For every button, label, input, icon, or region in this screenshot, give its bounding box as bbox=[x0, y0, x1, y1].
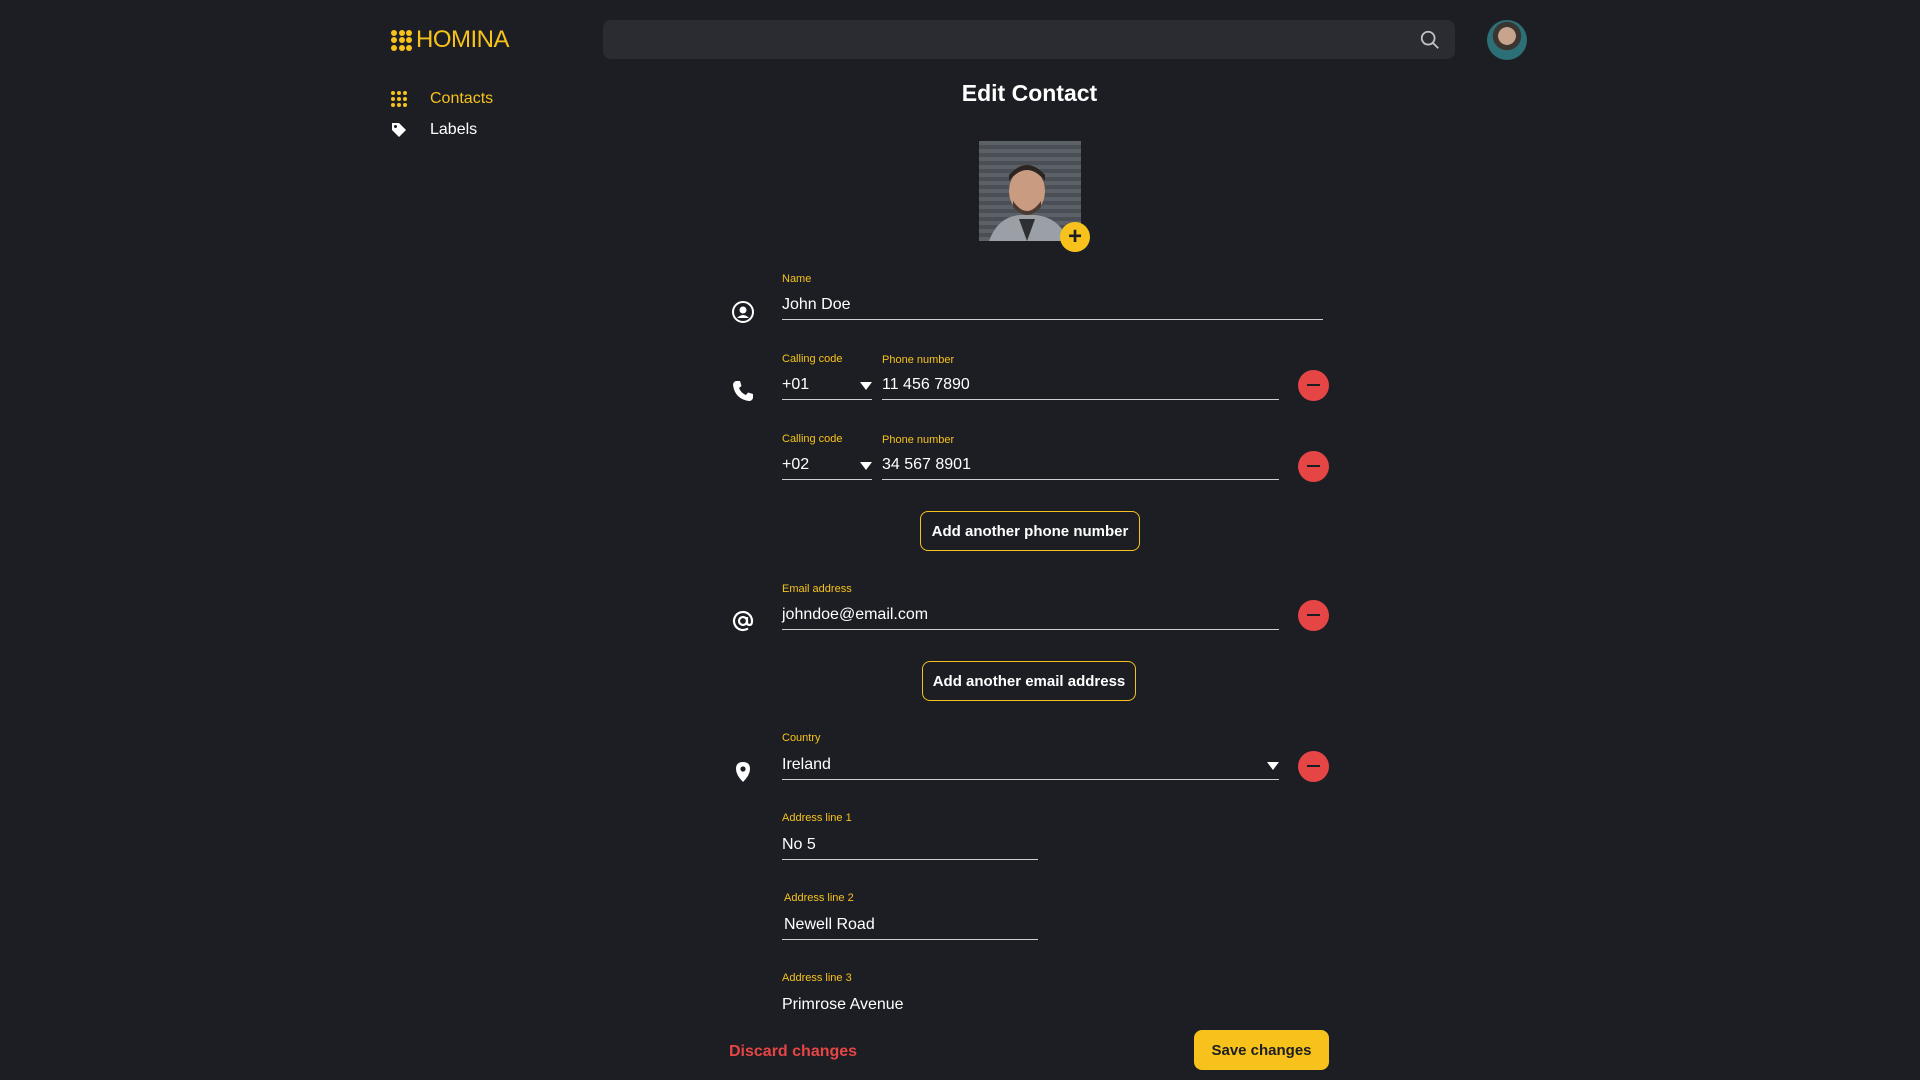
chevron-down-icon bbox=[1267, 762, 1279, 770]
page-title: Edit Contact bbox=[961, 80, 1098, 106]
name-label: Name bbox=[782, 273, 812, 285]
person-circle-icon bbox=[732, 301, 754, 323]
phone-number-label: Phone number bbox=[882, 354, 955, 366]
remove-phone-button[interactable] bbox=[1298, 451, 1329, 482]
address-line-1-field[interactable]: No 5 bbox=[782, 836, 1038, 860]
app-logo[interactable]: HOMINA bbox=[391, 26, 510, 54]
chevron-down-icon bbox=[860, 462, 872, 470]
address-line-3-label: Address line 3 bbox=[782, 972, 852, 984]
plus-icon: + bbox=[1067, 223, 1082, 250]
search-icon[interactable] bbox=[1419, 29, 1441, 51]
calling-code-select[interactable]: +01 bbox=[782, 376, 872, 400]
save-changes-button[interactable]: Save changes bbox=[1194, 1030, 1329, 1070]
location-pin-icon bbox=[736, 762, 750, 782]
country-select[interactable]: Ireland bbox=[782, 756, 1279, 780]
user-avatar[interactable] bbox=[1487, 20, 1527, 60]
phone-number-label: Phone number bbox=[882, 434, 955, 446]
discard-changes-button[interactable]: Discard changes bbox=[729, 1043, 857, 1061]
name-field[interactable]: John Doe bbox=[782, 296, 1323, 320]
app-name: HOMINA bbox=[416, 26, 510, 53]
email-label: Email address bbox=[782, 583, 852, 595]
phone-number-field[interactable]: 34 567 8901 bbox=[882, 456, 1279, 480]
address-line-2-label: Address line 2 bbox=[784, 892, 854, 904]
sidebar-item-labels[interactable]: Labels bbox=[391, 121, 477, 139]
add-email-button[interactable]: Add another email address bbox=[922, 661, 1136, 701]
logo-grid-icon bbox=[391, 29, 412, 51]
tag-icon bbox=[392, 123, 406, 137]
add-photo-button[interactable]: + bbox=[1060, 222, 1090, 252]
search-bar[interactable] bbox=[603, 20, 1455, 59]
remove-address-button[interactable] bbox=[1298, 751, 1329, 782]
email-field[interactable]: johndoe@email.com bbox=[782, 606, 1279, 630]
phone-number-field[interactable]: 11 456 7890 bbox=[882, 376, 1279, 400]
calling-code-label: Calling code bbox=[782, 433, 843, 445]
remove-email-button[interactable] bbox=[1298, 600, 1329, 631]
chevron-down-icon bbox=[860, 382, 872, 390]
address-line-3-field[interactable]: Primrose Avenue bbox=[782, 996, 904, 1014]
calling-code-value: +02 bbox=[782, 456, 810, 473]
phone-icon bbox=[733, 381, 753, 401]
remove-phone-button[interactable] bbox=[1298, 370, 1329, 401]
address-line-2-field[interactable]: Newell Road bbox=[782, 916, 1038, 940]
sidebar-item-label: Labels bbox=[430, 121, 478, 138]
calling-code-select[interactable]: +02 bbox=[782, 456, 872, 480]
at-icon bbox=[732, 610, 754, 632]
address-line-1-label: Address line 1 bbox=[782, 812, 852, 824]
calling-code-value: +01 bbox=[782, 376, 810, 393]
add-phone-button[interactable]: Add another phone number bbox=[920, 511, 1140, 551]
country-value: Ireland bbox=[782, 756, 831, 773]
calling-code-label: Calling code bbox=[782, 353, 843, 365]
country-label: Country bbox=[782, 732, 821, 744]
